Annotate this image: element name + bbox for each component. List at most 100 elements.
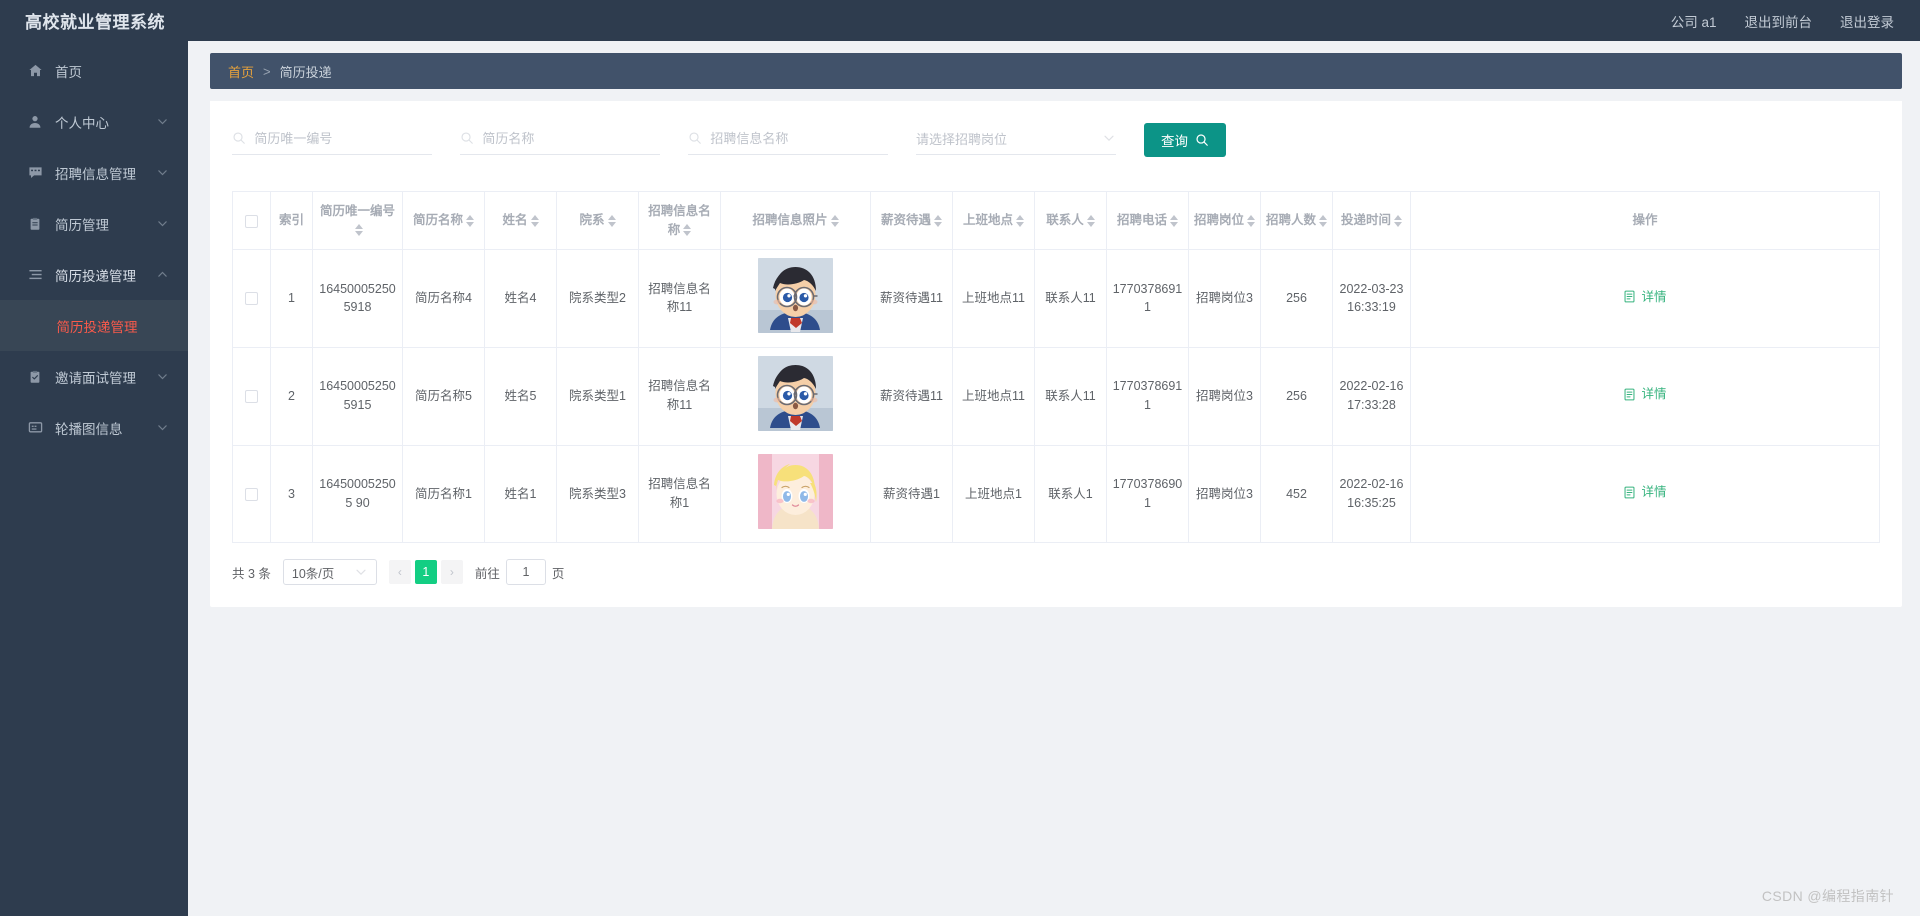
cell-department: 院系类型1 — [556, 347, 639, 446]
th-resume-code-label: 简历唯一编号 — [319, 204, 395, 219]
th-post[interactable]: 招聘岗位 — [1188, 191, 1261, 250]
sort-icon[interactable] — [530, 215, 539, 228]
row-checkbox[interactable] — [245, 292, 258, 306]
sidebar-item-carousel-info[interactable]: 轮播图信息 — [0, 402, 188, 453]
sidebar-item-carousel-info-label: 轮播图信息 — [55, 421, 123, 437]
sort-icon[interactable] — [683, 224, 692, 237]
sort-icon[interactable] — [1016, 215, 1024, 228]
message-icon — [26, 165, 44, 181]
cell-action: 详情 — [1411, 445, 1880, 543]
document-icon — [1623, 486, 1636, 499]
th-work-place[interactable]: 上班地点 — [952, 191, 1035, 250]
cell-person-name: 姓名1 — [484, 445, 557, 543]
search-input-recruit-info-name[interactable] — [708, 130, 888, 147]
pagination-page-1[interactable]: 1 — [414, 560, 437, 585]
row-checkbox[interactable] — [245, 389, 258, 403]
th-submit-time[interactable]: 投递时间 — [1332, 191, 1411, 250]
cell-post: 招聘岗位3 — [1188, 249, 1261, 348]
th-headcount[interactable]: 招聘人数 — [1260, 191, 1333, 250]
th-recruit-photo-label: 招聘信息照片 — [752, 213, 828, 228]
chevron-up-icon — [156, 269, 168, 281]
cell-index: 3 — [270, 445, 313, 543]
sidebar-item-personal-center[interactable]: 个人中心 — [0, 96, 188, 147]
select-recruit-post-value: 请选择招聘岗位 — [916, 132, 1008, 147]
sort-icon[interactable] — [1247, 215, 1255, 228]
sidebar-item-home[interactable]: 首页 — [0, 45, 188, 96]
sort-icon[interactable] — [934, 215, 942, 228]
app-brand: 高校就业管理系统 — [0, 0, 188, 41]
cell-action: 详情 — [1410, 249, 1880, 348]
cell-contact: 联系人11 — [1034, 347, 1107, 446]
recruit-photo-thumbnail[interactable] — [758, 258, 833, 333]
sort-icon[interactable] — [466, 215, 474, 228]
chevron-down-icon — [156, 422, 168, 434]
company-label[interactable]: 公司 a1 — [1671, 11, 1717, 31]
sidebar-subitem-resume-delivery-management[interactable]: 简历投递管理 — [0, 300, 188, 351]
field-recruit-info-name[interactable] — [688, 125, 888, 155]
th-recruit-photo[interactable]: 招聘信息照片 — [720, 191, 871, 250]
table-row: 2 164500052505915 简历名称5 姓名5 院系类型1 招聘信息名称… — [232, 347, 1880, 446]
cell-post: 招聘岗位3 — [1188, 445, 1261, 543]
sort-icon[interactable] — [830, 215, 839, 228]
exit-to-frontend-link[interactable]: 退出到前台 — [1745, 11, 1813, 31]
breadcrumb-home[interactable]: 首页 — [228, 62, 254, 81]
select-all-checkbox[interactable] — [245, 214, 258, 228]
sort-icon[interactable] — [355, 224, 363, 237]
sort-icon[interactable] — [1170, 215, 1178, 228]
th-resume-name[interactable]: 简历名称 — [402, 191, 485, 250]
cell-resume-name: 简历名称1 — [402, 445, 485, 543]
cell-person-name: 姓名4 — [484, 249, 557, 348]
th-recruit-name[interactable]: 招聘信息名称 — [638, 191, 721, 250]
sort-icon[interactable] — [1394, 215, 1402, 228]
resume-delivery-table: 索引 简历唯一编号 简历名称 姓名 院系 招聘信息名称 招聘信息照片 薪资待遇 … — [232, 191, 1880, 544]
search-input-resume-name[interactable] — [480, 130, 660, 147]
sidebar-item-recruit-info[interactable]: 招聘信息管理 — [0, 147, 188, 198]
th-salary[interactable]: 薪资待遇 — [870, 191, 953, 250]
th-headcount-label: 招聘人数 — [1265, 213, 1316, 228]
sidebar-nav: 首页 个人中心 招聘信息管理 简历管理 简历投递管理 简历投递管理 邀请面试管理… — [0, 41, 188, 916]
search-input-resume-code[interactable] — [252, 130, 432, 147]
sort-icon[interactable] — [1319, 215, 1327, 228]
th-person-name[interactable]: 姓名 — [484, 191, 557, 250]
sort-icon[interactable] — [607, 215, 616, 228]
th-index-label: 索引 — [278, 213, 304, 228]
search-icon — [460, 131, 474, 147]
detail-button[interactable]: 详情 — [1623, 385, 1667, 404]
cell-headcount: 452 — [1260, 445, 1333, 543]
sidebar-item-home-label: 首页 — [55, 64, 82, 80]
th-phone[interactable]: 招聘电话 — [1106, 191, 1189, 250]
th-department[interactable]: 院系 — [556, 191, 639, 250]
sidebar-item-resume-delivery-management[interactable]: 简历投递管理 — [0, 249, 188, 300]
recruit-photo-thumbnail[interactable] — [758, 355, 833, 431]
cell-work-place: 上班地点11 — [952, 347, 1035, 446]
breadcrumb: 首页 > 简历投递 — [210, 53, 1902, 89]
field-resume-name[interactable] — [460, 125, 660, 155]
sidebar-item-interview-invitation[interactable]: 邀请面试管理 — [0, 351, 188, 402]
query-button[interactable]: 查询 — [1144, 123, 1226, 157]
sidebar-item-resume-management[interactable]: 简历管理 — [0, 198, 188, 249]
logout-link[interactable]: 退出登录 — [1840, 11, 1894, 31]
sort-icon[interactable] — [1086, 215, 1095, 228]
recruit-photo-thumbnail[interactable] — [758, 453, 833, 529]
cell-salary: 薪资待遇1 — [870, 445, 953, 543]
page-size-select[interactable]: 10条/页 — [282, 559, 377, 586]
row-checkbox[interactable] — [245, 487, 258, 501]
detail-button[interactable]: 详情 — [1623, 288, 1667, 307]
pagination-next-button[interactable]: › — [440, 560, 463, 585]
th-contact[interactable]: 联系人 — [1034, 191, 1107, 250]
cell-resume-code: 164500052505 90 — [312, 445, 403, 543]
th-recruit-name-label: 招聘信息名称 — [648, 204, 711, 237]
pagination-jump-input[interactable] — [505, 559, 546, 586]
body-wrapper: 首页 个人中心 招聘信息管理 简历管理 简历投递管理 简历投递管理 邀请面试管理… — [0, 41, 1920, 916]
field-resume-code[interactable] — [232, 125, 432, 155]
clipboard-check-icon — [26, 369, 44, 385]
chevron-down-icon — [156, 218, 168, 230]
page-size-value: 10条/页 — [291, 566, 335, 581]
th-resume-code[interactable]: 简历唯一编号 — [312, 191, 403, 250]
cell-salary: 薪资待遇11 — [870, 347, 953, 446]
select-recruit-post[interactable]: 请选择招聘岗位 — [916, 125, 1116, 155]
detail-button[interactable]: 详情 — [1623, 483, 1667, 502]
pagination-prev-button[interactable]: ‹ — [388, 560, 411, 585]
table-container: 索引 简历唯一编号 简历名称 姓名 院系 招聘信息名称 招聘信息照片 薪资待遇 … — [210, 183, 1902, 544]
cell-recruit-photo — [720, 249, 871, 348]
